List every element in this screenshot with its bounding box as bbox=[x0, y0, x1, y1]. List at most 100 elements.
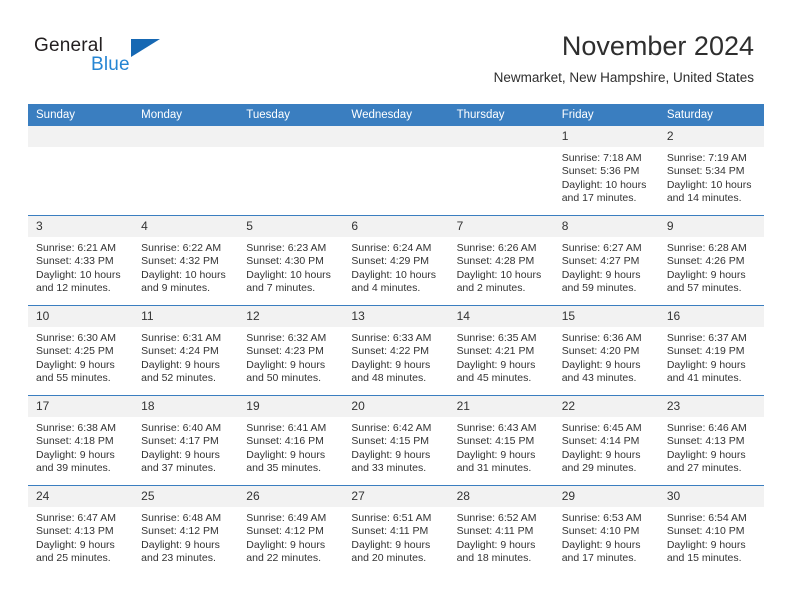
day-info-line: Daylight: 9 hours bbox=[36, 358, 115, 371]
day-info-line: Daylight: 9 hours bbox=[351, 448, 431, 461]
day-info-line: Daylight: 9 hours bbox=[666, 268, 746, 281]
calendar-day-cell[interactable]: 3 Sunrise: 6:21 AM Sunset: 4:33 PM Daylight… bbox=[28, 215, 134, 306]
day-number: 27 bbox=[343, 486, 449, 507]
calendar-day-cell[interactable]: 15 Sunrise: 6:36 AM Sunset: 4:20 PM Dayligh… bbox=[553, 305, 659, 396]
day-info-line: and 50 minutes. bbox=[246, 372, 321, 385]
day-number: 14 bbox=[448, 306, 554, 327]
calendar-day-cell[interactable]: 22 Sunrise: 6:45 AM Sunset: 4:14 PM Dayligh… bbox=[553, 395, 659, 486]
day-info-line: and 59 minutes. bbox=[561, 282, 637, 295]
calendar-day-cell[interactable]: 29 Sunrise: 6:53 AM Sunset: 4:10 PM Dayligh… bbox=[553, 485, 659, 575]
day-sun-info: Sunrise: 6:43 AM Sunset: 4:15 PM Daylight:… bbox=[449, 417, 554, 476]
calendar-day-cell[interactable]: 21 Sunrise: 6:43 AM Sunset: 4:15 PM Dayligh… bbox=[448, 395, 554, 486]
calendar-day-cell[interactable]: 18 Sunrise: 6:40 AM Sunset: 4:17 PM Dayligh… bbox=[133, 395, 239, 486]
day-info-line: Sunset: 4:19 PM bbox=[666, 345, 745, 358]
day-info-line: Daylight: 9 hours bbox=[141, 538, 220, 551]
calendar-day-cell[interactable]: 14 Sunrise: 6:35 AM Sunset: 4:21 PM Dayligh… bbox=[448, 305, 554, 396]
calendar-day-cell[interactable]: 8 Sunrise: 6:27 AM Sunset: 4:27 PM Daylight… bbox=[553, 215, 659, 306]
day-number: 7 bbox=[448, 216, 554, 237]
day-info-line: Sunrise: 6:22 AM bbox=[141, 242, 222, 254]
day-info-line: Sunrise: 6:52 AM bbox=[456, 512, 537, 524]
day-info-line: Sunset: 4:18 PM bbox=[36, 435, 114, 448]
day-sun-info: Sunrise: 6:54 AM Sunset: 4:10 PM Daylight:… bbox=[659, 507, 764, 566]
day-sun-info: Sunrise: 6:38 AM Sunset: 4:18 PM Daylight:… bbox=[28, 417, 133, 476]
day-info-line: Sunrise: 6:49 AM bbox=[246, 512, 327, 524]
day-info-line: Sunrise: 7:19 AM bbox=[666, 152, 747, 164]
weekday-header-friday: Friday bbox=[553, 104, 659, 126]
calendar-day-cell[interactable]: 16 Sunrise: 6:37 AM Sunset: 4:19 PM Dayligh… bbox=[658, 305, 764, 396]
calendar-day-cell[interactable]: 19 Sunrise: 6:41 AM Sunset: 4:16 PM Dayligh… bbox=[238, 395, 344, 486]
day-info-line: and 37 minutes. bbox=[141, 462, 216, 475]
day-info-line: Daylight: 9 hours bbox=[666, 358, 746, 371]
calendar-day-cell[interactable]: 28 Sunrise: 6:52 AM Sunset: 4:11 PM Dayligh… bbox=[448, 485, 554, 575]
calendar-day-cell[interactable]: 2 Sunrise: 7:19 AM Sunset: 5:34 PM Daylight… bbox=[658, 126, 764, 216]
calendar-day-cell[interactable]: 10 Sunrise: 6:30 AM Sunset: 4:25 PM Dayligh… bbox=[28, 305, 134, 396]
calendar-day-cell[interactable]: 12 Sunrise: 6:32 AM Sunset: 4:23 PM Dayligh… bbox=[238, 305, 344, 396]
day-info-line: and 17 minutes. bbox=[561, 552, 637, 565]
day-info-line: Sunset: 4:12 PM bbox=[246, 525, 324, 538]
day-number bbox=[448, 126, 554, 147]
triangle-icon bbox=[131, 39, 160, 57]
day-number: 19 bbox=[238, 396, 344, 417]
day-info-line: Sunrise: 6:41 AM bbox=[246, 422, 327, 434]
day-info-line: and 55 minutes. bbox=[36, 372, 111, 385]
day-info-line: and 22 minutes. bbox=[246, 552, 321, 565]
day-number: 28 bbox=[448, 486, 554, 507]
calendar-day-cell[interactable]: 24 Sunrise: 6:47 AM Sunset: 4:13 PM Dayligh… bbox=[28, 485, 134, 575]
day-number: 30 bbox=[658, 486, 764, 507]
calendar-day-cell[interactable]: 27 Sunrise: 6:51 AM Sunset: 4:11 PM Dayligh… bbox=[343, 485, 449, 575]
day-number: 3 bbox=[28, 216, 134, 237]
calendar-day-cell[interactable]: 5 Sunrise: 6:23 AM Sunset: 4:30 PM Daylight… bbox=[238, 215, 344, 306]
calendar-day-cell[interactable]: 9 Sunrise: 6:28 AM Sunset: 4:26 PM Daylight… bbox=[658, 215, 764, 306]
day-number: 16 bbox=[658, 306, 764, 327]
general-blue-logo[interactable]: General Blue bbox=[34, 36, 214, 88]
day-sun-info: Sunrise: 6:45 AM Sunset: 4:14 PM Daylight:… bbox=[554, 417, 659, 476]
weekday-header-tuesday: Tuesday bbox=[238, 104, 344, 126]
day-info-line: Daylight: 9 hours bbox=[36, 448, 115, 461]
day-number bbox=[238, 126, 344, 147]
calendar-day-cell[interactable]: 11 Sunrise: 6:31 AM Sunset: 4:24 PM Dayligh… bbox=[133, 305, 239, 396]
calendar-day-cell[interactable]: 1 Sunrise: 7:18 AM Sunset: 5:36 PM Daylight… bbox=[553, 126, 659, 216]
day-info-line: Sunrise: 6:24 AM bbox=[351, 242, 432, 254]
calendar-day-cell[interactable]: 4 Sunrise: 6:22 AM Sunset: 4:32 PM Daylight… bbox=[133, 215, 239, 306]
day-info-line: Sunset: 4:15 PM bbox=[351, 435, 430, 448]
day-info-line: Sunrise: 7:18 AM bbox=[561, 152, 642, 164]
day-number: 8 bbox=[553, 216, 659, 237]
day-sun-info: Sunrise: 6:33 AM Sunset: 4:22 PM Daylight:… bbox=[343, 327, 448, 386]
day-sun-info: Sunrise: 6:41 AM Sunset: 4:16 PM Daylight:… bbox=[238, 417, 343, 476]
day-number: 5 bbox=[238, 216, 344, 237]
day-sun-info: Sunrise: 6:36 AM Sunset: 4:20 PM Daylight:… bbox=[554, 327, 659, 386]
calendar-day-cell[interactable]: 7 Sunrise: 6:26 AM Sunset: 4:28 PM Daylight… bbox=[448, 215, 554, 306]
day-info-line: and 52 minutes. bbox=[141, 372, 216, 385]
day-info-line: Daylight: 9 hours bbox=[351, 358, 431, 371]
day-info-line: Sunrise: 6:35 AM bbox=[456, 332, 537, 344]
calendar-day-cell[interactable]: 13 Sunrise: 6:33 AM Sunset: 4:22 PM Dayligh… bbox=[343, 305, 449, 396]
day-info-line: Sunset: 4:12 PM bbox=[141, 525, 219, 538]
page-header: General Blue November 2024 Newmarket, Ne… bbox=[0, 0, 792, 100]
calendar-day-cell[interactable]: 17 Sunrise: 6:38 AM Sunset: 4:18 PM Dayligh… bbox=[28, 395, 134, 486]
calendar-day-cell[interactable]: 20 Sunrise: 6:42 AM Sunset: 4:15 PM Dayligh… bbox=[343, 395, 449, 486]
day-info-line: Sunset: 4:11 PM bbox=[456, 525, 534, 538]
calendar-day-cell[interactable]: 23 Sunrise: 6:46 AM Sunset: 4:13 PM Dayligh… bbox=[658, 395, 764, 486]
day-info-line: Daylight: 9 hours bbox=[141, 448, 220, 461]
day-number: 21 bbox=[448, 396, 554, 417]
day-number bbox=[28, 126, 134, 147]
day-info-line: Sunset: 4:13 PM bbox=[36, 525, 114, 538]
calendar-day-cell[interactable]: 26 Sunrise: 6:49 AM Sunset: 4:12 PM Dayligh… bbox=[238, 485, 344, 575]
day-info-line: Sunset: 4:16 PM bbox=[246, 435, 324, 448]
calendar-day-cell[interactable]: 30 Sunrise: 6:54 AM Sunset: 4:10 PM Dayligh… bbox=[658, 485, 764, 575]
page-title: November 2024 bbox=[561, 31, 754, 61]
day-info-line: Sunset: 4:17 PM bbox=[141, 435, 219, 448]
day-sun-info: Sunrise: 6:53 AM Sunset: 4:10 PM Daylight:… bbox=[554, 507, 659, 566]
calendar-day-cell[interactable]: 6 Sunrise: 6:24 AM Sunset: 4:29 PM Daylight… bbox=[343, 215, 449, 306]
day-sun-info: Sunrise: 6:28 AM Sunset: 4:26 PM Daylight:… bbox=[659, 237, 764, 296]
calendar-week-row: 3 Sunrise: 6:21 AM Sunset: 4:33 PM Daylight… bbox=[28, 215, 764, 306]
day-info-line: Daylight: 9 hours bbox=[141, 358, 220, 371]
calendar-day-cell[interactable]: 25 Sunrise: 6:48 AM Sunset: 4:12 PM Dayligh… bbox=[133, 485, 239, 575]
day-info-line: Sunset: 4:33 PM bbox=[36, 255, 114, 268]
weekday-header-sunday: Sunday bbox=[28, 104, 134, 126]
day-info-line: and 43 minutes. bbox=[561, 372, 637, 385]
day-info-line: and 12 minutes. bbox=[36, 282, 111, 295]
calendar-day-cell-empty bbox=[133, 126, 239, 216]
day-number: 20 bbox=[343, 396, 449, 417]
day-number: 2 bbox=[658, 126, 764, 147]
